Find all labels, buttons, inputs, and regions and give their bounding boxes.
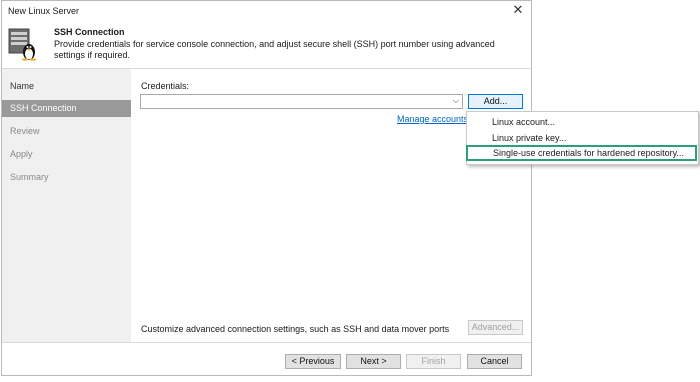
manage-accounts-link[interactable]: Manage accounts [397, 114, 468, 124]
chevron-down-icon[interactable]: ⌵ [453, 96, 459, 106]
menu-item-linux-account[interactable]: Linux account... [467, 114, 696, 130]
cancel-button[interactable]: Cancel [467, 354, 522, 369]
credentials-label: Credentials: [141, 81, 190, 91]
step-apply: Apply [10, 149, 33, 159]
main-content: Credentials: ⌵ Add... Manage accounts Cu… [131, 69, 531, 342]
add-credentials-button[interactable]: Add... [468, 94, 523, 109]
page-title: SSH Connection [54, 27, 125, 37]
menu-item-single-use-credentials[interactable]: Single-use credentials for hardened repo… [466, 145, 697, 161]
credentials-select[interactable]: ⌵ [140, 94, 463, 109]
add-credentials-menu: Linux account... Linux private key... Si… [466, 111, 699, 165]
footer-divider [2, 342, 531, 343]
advanced-settings-text: Customize advanced connection settings, … [141, 324, 450, 334]
linux-server-icon [8, 28, 36, 61]
previous-button[interactable]: < Previous [285, 354, 341, 369]
window-title: New Linux Server [8, 6, 80, 16]
close-icon[interactable]: ✕ [511, 3, 525, 17]
step-summary: Summary [10, 172, 49, 182]
page-description: Provide credentials for service console … [54, 39, 495, 60]
wizard-window: New Linux Server ✕ SSH Connection Provid… [1, 0, 532, 376]
wizard-header: SSH Connection Provide credentials for s… [2, 21, 531, 67]
menu-item-linux-private-key[interactable]: Linux private key... [467, 130, 696, 146]
wizard-steps: Name SSH Connection Review Apply Summary [2, 69, 131, 342]
advanced-button: Advanced... [468, 320, 523, 335]
finish-button: Finish [406, 354, 461, 369]
step-ssh-connection[interactable]: SSH Connection [2, 100, 131, 117]
step-review: Review [10, 126, 40, 136]
next-button[interactable]: Next > [346, 354, 401, 369]
title-bar: New Linux Server ✕ [2, 1, 531, 21]
step-name[interactable]: Name [2, 78, 131, 95]
